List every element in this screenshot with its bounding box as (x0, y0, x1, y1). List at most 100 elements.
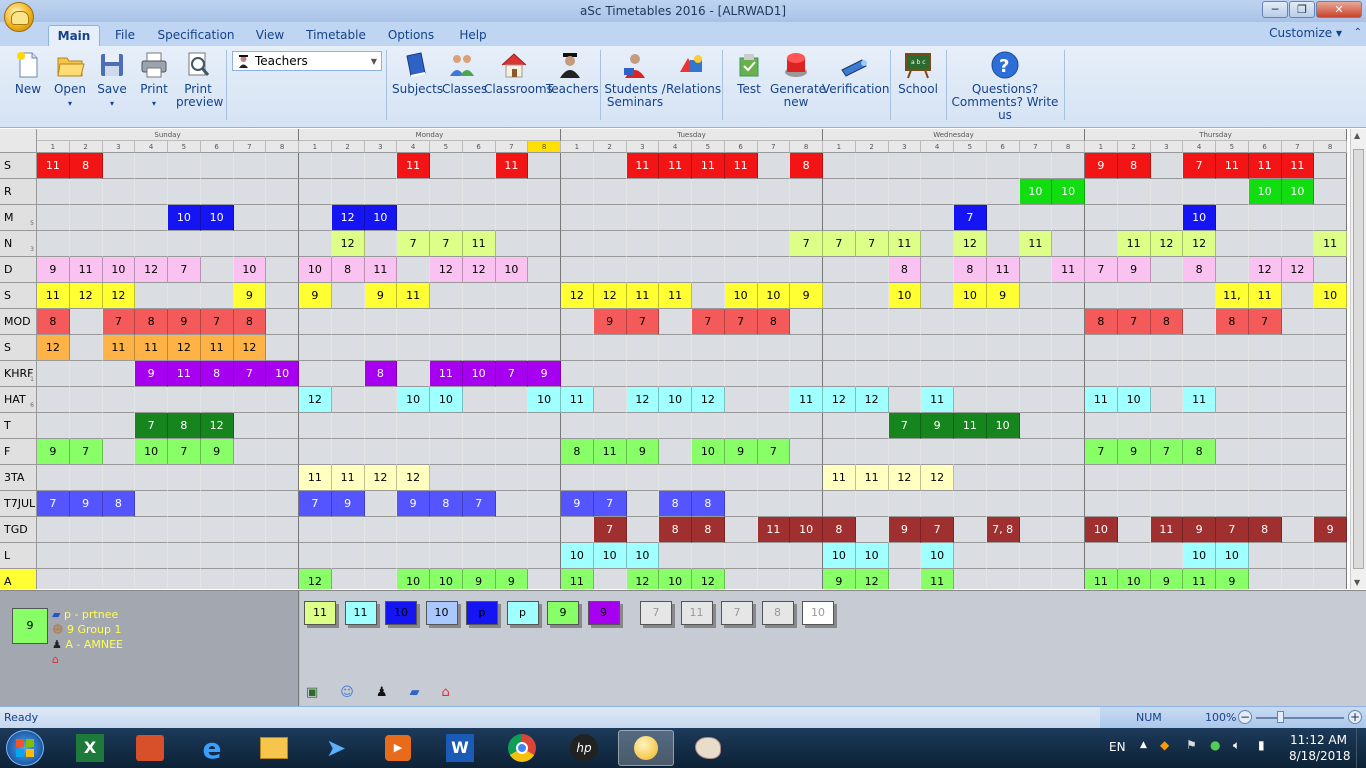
empty-cell[interactable] (200, 179, 234, 205)
open-button[interactable]: Open ▾ (52, 50, 88, 110)
lesson-card[interactable]: 10 (692, 439, 725, 465)
empty-cell[interactable] (1216, 387, 1249, 413)
lesson-card[interactable]: 11 (692, 153, 725, 179)
empty-cell[interactable] (364, 491, 398, 517)
empty-cell[interactable] (528, 231, 561, 257)
empty-cell[interactable] (1314, 179, 1347, 205)
empty-cell[interactable] (1183, 179, 1216, 205)
empty-cell[interactable] (331, 569, 365, 589)
empty-cell[interactable] (37, 517, 70, 543)
teacher-row-label[interactable]: S (0, 283, 37, 309)
lesson-card[interactable]: 12 (888, 465, 922, 491)
lesson-card[interactable]: 12 (364, 465, 398, 491)
test-button[interactable]: Test (730, 50, 768, 96)
empty-cell[interactable] (790, 179, 823, 205)
empty-cell[interactable] (1150, 387, 1184, 413)
lesson-card[interactable]: 9 (69, 491, 103, 517)
tab-view[interactable]: View (252, 25, 288, 46)
lesson-card[interactable]: 9 (495, 569, 529, 589)
empty-cell[interactable] (1248, 231, 1282, 257)
empty-cell[interactable] (1248, 543, 1282, 569)
empty-cell[interactable] (1216, 439, 1249, 465)
empty-cell[interactable] (757, 231, 791, 257)
lesson-card[interactable]: 12 (1183, 231, 1216, 257)
lesson-card[interactable]: 12 (954, 231, 987, 257)
teacher-row-label[interactable]: S (0, 153, 37, 179)
teacher-row-label[interactable]: TGD (0, 517, 37, 543)
lesson-card[interactable]: 7 (233, 361, 267, 387)
teacher-row-label[interactable]: HAT 6 (0, 387, 37, 413)
empty-cell[interactable] (69, 517, 103, 543)
empty-cell[interactable] (1281, 309, 1315, 335)
lesson-card[interactable]: 11 (1216, 153, 1249, 179)
empty-cell[interactable] (790, 439, 823, 465)
empty-cell[interactable] (593, 257, 627, 283)
subjects-button[interactable]: Subjects (392, 50, 443, 96)
empty-cell[interactable] (1314, 257, 1347, 283)
empty-cell[interactable] (888, 569, 922, 589)
unplaced-card[interactable]: 10 (425, 601, 458, 625)
lesson-card[interactable]: 10 (135, 439, 168, 465)
lesson-card[interactable]: 7 (200, 309, 234, 335)
lesson-card[interactable]: 8 (331, 257, 365, 283)
lesson-card[interactable]: 12 (200, 413, 234, 439)
lesson-card[interactable]: 11 (430, 361, 463, 387)
lesson-card[interactable]: 10 (430, 387, 463, 413)
update-tray-icon[interactable]: ● (1210, 738, 1220, 752)
empty-cell[interactable] (397, 361, 430, 387)
lesson-card[interactable]: 11 (561, 569, 594, 589)
lesson-card[interactable]: 8 (1183, 257, 1216, 283)
lesson-card[interactable]: 9 (1117, 439, 1151, 465)
lesson-card[interactable]: 11 (659, 153, 692, 179)
empty-cell[interactable] (593, 387, 627, 413)
empty-cell[interactable] (888, 543, 922, 569)
empty-cell[interactable] (1281, 387, 1315, 413)
empty-cell[interactable] (528, 153, 561, 179)
empty-cell[interactable] (855, 257, 889, 283)
empty-cell[interactable] (757, 257, 791, 283)
lesson-card[interactable]: 9 (135, 361, 168, 387)
lesson-card[interactable]: 7 (102, 309, 136, 335)
empty-cell[interactable] (1019, 465, 1053, 491)
teacher-row-label[interactable]: R (0, 179, 37, 205)
empty-cell[interactable] (692, 179, 725, 205)
empty-cell[interactable] (1150, 257, 1184, 283)
lesson-card[interactable]: 9 (593, 309, 627, 335)
empty-cell[interactable] (921, 179, 954, 205)
empty-cell[interactable] (69, 335, 103, 361)
empty-cell[interactable] (1117, 517, 1151, 543)
lesson-card[interactable]: 11 (37, 283, 70, 309)
lesson-card[interactable]: 9 (1117, 257, 1151, 283)
empty-cell[interactable] (462, 387, 496, 413)
empty-cell[interactable] (233, 413, 267, 439)
fox-tray-icon[interactable]: ◆ (1160, 738, 1169, 752)
lesson-card[interactable]: 7 (855, 231, 889, 257)
empty-cell[interactable] (331, 361, 365, 387)
lesson-card[interactable]: 8 (200, 361, 234, 387)
empty-cell[interactable] (1281, 543, 1315, 569)
maximize-button[interactable]: ❐ (1289, 1, 1315, 18)
lesson-card[interactable]: 8 (757, 309, 791, 335)
lesson-card[interactable]: 12 (233, 335, 267, 361)
empty-cell[interactable] (495, 465, 529, 491)
lesson-card[interactable]: 12 (37, 335, 70, 361)
lesson-card[interactable]: 11 (495, 153, 529, 179)
empty-cell[interactable] (1281, 517, 1315, 543)
lesson-card[interactable]: 9 (790, 283, 823, 309)
lesson-card[interactable]: 10 (1248, 179, 1282, 205)
empty-cell[interactable] (626, 517, 660, 543)
empty-cell[interactable] (790, 543, 823, 569)
lesson-card[interactable]: 12 (462, 257, 496, 283)
lesson-card[interactable]: 10 (823, 543, 856, 569)
empty-cell[interactable] (102, 179, 136, 205)
empty-cell[interactable] (1117, 543, 1151, 569)
empty-cell[interactable] (757, 387, 791, 413)
asc-timetables-taskbar-button[interactable] (618, 730, 674, 766)
empty-cell[interactable] (1216, 231, 1249, 257)
empty-cell[interactable] (1019, 413, 1053, 439)
scroll-up-icon[interactable]: ▲ (1354, 131, 1360, 140)
lesson-card[interactable]: 11 (102, 335, 136, 361)
lesson-card[interactable]: 11 (1248, 283, 1282, 309)
lesson-card[interactable]: 9 (462, 569, 496, 589)
lesson-card[interactable]: 10 (1281, 179, 1315, 205)
